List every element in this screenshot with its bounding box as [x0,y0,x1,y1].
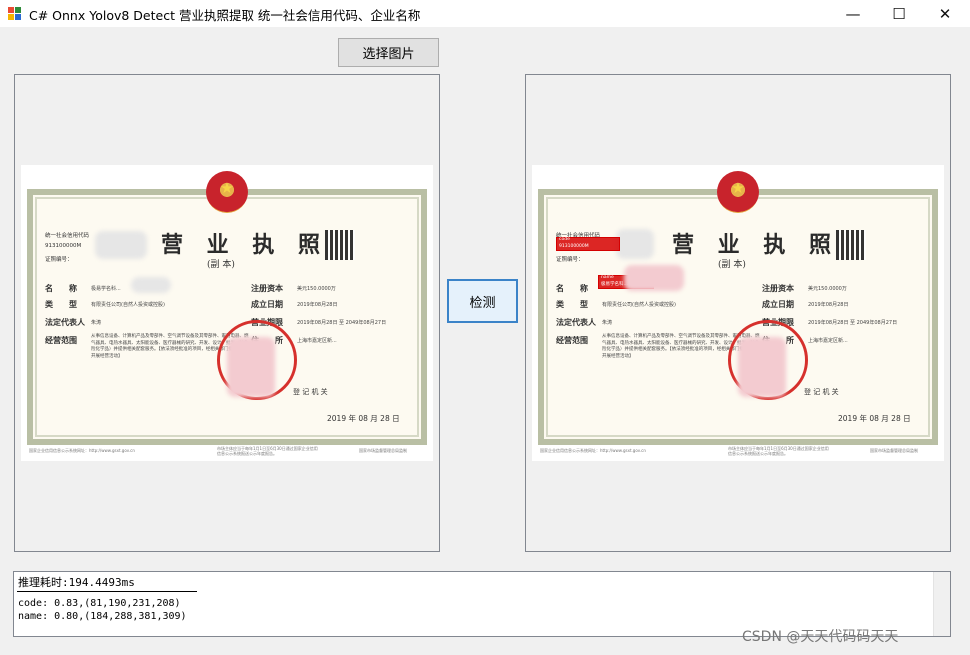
source-image-box: ★ 营 业 执 照 (副 本) 统一社会信用代码 913100000M 证照编号… [14,74,440,552]
select-image-button[interactable]: 选择图片 [338,38,439,67]
result-image-box: ★ 营 业 执 照 (副 本) 统一社会信用代码 证照编号： code 9131… [525,74,951,552]
maximize-button[interactable]: ☐ [876,0,922,27]
detection-value-code: 913100000M [559,244,589,249]
national-emblem-icon: ★ [206,171,248,213]
redacted-region [624,265,684,291]
license-subtitle: (副 本) [207,260,235,270]
result-line-code: code: 0.83,(81,190,231,208) [18,598,181,609]
legal-rep-label: 法定代表人 [45,317,85,327]
app-icon [8,7,22,21]
redacted-region [738,337,786,397]
footer-center: 市场主体应当于每年1月1日至6月30日通过国家企业信用信息公示系统报送公示年度报… [217,446,318,456]
redacted-region [616,229,654,259]
type-value: 有限责任公司(自然人投资或控股) [602,302,676,308]
capital-value: 美元150.0000万 [297,286,336,292]
minimize-button[interactable]: — [830,0,876,27]
credit-code-value: 913100000M [45,243,82,249]
license-title: 营 业 执 照 [672,232,839,258]
result-line-name: name: 0.80,(184,288,381,309) [18,611,187,622]
address-value: 上海市嘉定区新... [297,338,337,344]
issue-date: 2019 年 08 月 28 日 [327,414,400,423]
scope-label: 经营范围 [556,335,588,345]
cert-no-label: 证照编号： [45,257,73,263]
footer-center: 市场主体应当于每年1月1日至6月30日通过国家企业信用信息公示系统报送公示年度报… [728,446,829,456]
founded-label: 成立日期 [762,299,794,309]
license-image-source: ★ 营 业 执 照 (副 本) 统一社会信用代码 913100000M 证照编号… [21,165,433,461]
close-button[interactable]: ✕ [922,0,968,27]
scope-label: 经营范围 [45,335,77,345]
divider [17,591,197,592]
qr-code-icon [325,230,355,260]
name-label: 名 称 [45,283,77,293]
inference-time: 推理耗时:194.4493ms [18,576,135,589]
capital-label: 注册资本 [762,283,794,293]
registration-authority: 登 记 机 关 [293,388,328,396]
footer-right: 国家市场监督管理总局监制 [870,448,918,453]
credit-code-label: 统一社会信用代码 [45,233,90,239]
redacted-region [95,231,147,259]
detection-label-name: name [601,275,614,280]
founded-value: 2019年08月28日 [808,302,849,308]
license-title: 营 业 执 照 [161,232,328,258]
founded-label: 成立日期 [251,299,283,309]
type-label: 类 型 [45,299,77,309]
term-value: 2019年08月28日 至 2049年08月27日 [808,320,898,326]
registration-authority: 登 记 机 关 [804,388,839,396]
founded-value: 2019年08月28日 [297,302,338,308]
issue-date: 2019 年 08 月 28 日 [838,414,911,423]
type-value: 有限责任公司(自然人投资或控股) [91,302,165,308]
footer-left: 国家企业信用信息公示系统网址：http://www.gsxt.gov.cn [540,448,646,453]
watermark: CSDN @天天代码码天天 [742,629,899,645]
term-value: 2019年08月28日 至 2049年08月27日 [297,320,387,326]
license-image-result: ★ 营 业 执 照 (副 本) 统一社会信用代码 证照编号： code 9131… [532,165,944,461]
footer-left: 国家企业信用信息公示系统网址：http://www.gsxt.gov.cn [29,448,135,453]
legal-rep-value: 朱涛 [602,320,613,326]
detect-button[interactable]: 检测 [447,279,518,323]
redacted-region [227,337,275,397]
name-value: 极易学名科... [91,286,121,292]
capital-value: 美元150.0000万 [808,286,847,292]
detection-label-code: code [559,237,570,242]
legal-rep-label: 法定代表人 [556,317,596,327]
window-title: C# Onnx Yolov8 Detect 营业执照提取 统一社会信用代码、企业… [29,8,421,23]
national-emblem-icon: ★ [717,171,759,213]
qr-code-icon [836,230,866,260]
address-value: 上海市嘉定区新... [808,338,848,344]
footer-right: 国家市场监督管理总局监制 [359,448,407,453]
cert-no-label: 证照编号： [556,257,584,263]
capital-label: 注册资本 [251,283,283,293]
license-subtitle: (副 本) [718,260,746,270]
redacted-region [131,277,171,293]
legal-rep-value: 朱涛 [91,320,102,326]
vertical-scrollbar[interactable] [933,572,950,636]
title-bar: C# Onnx Yolov8 Detect 营业执照提取 统一社会信用代码、企业… [0,0,970,27]
detection-box-code: code 913100000M [556,237,620,251]
name-label: 名 称 [556,283,588,293]
type-label: 类 型 [556,299,588,309]
